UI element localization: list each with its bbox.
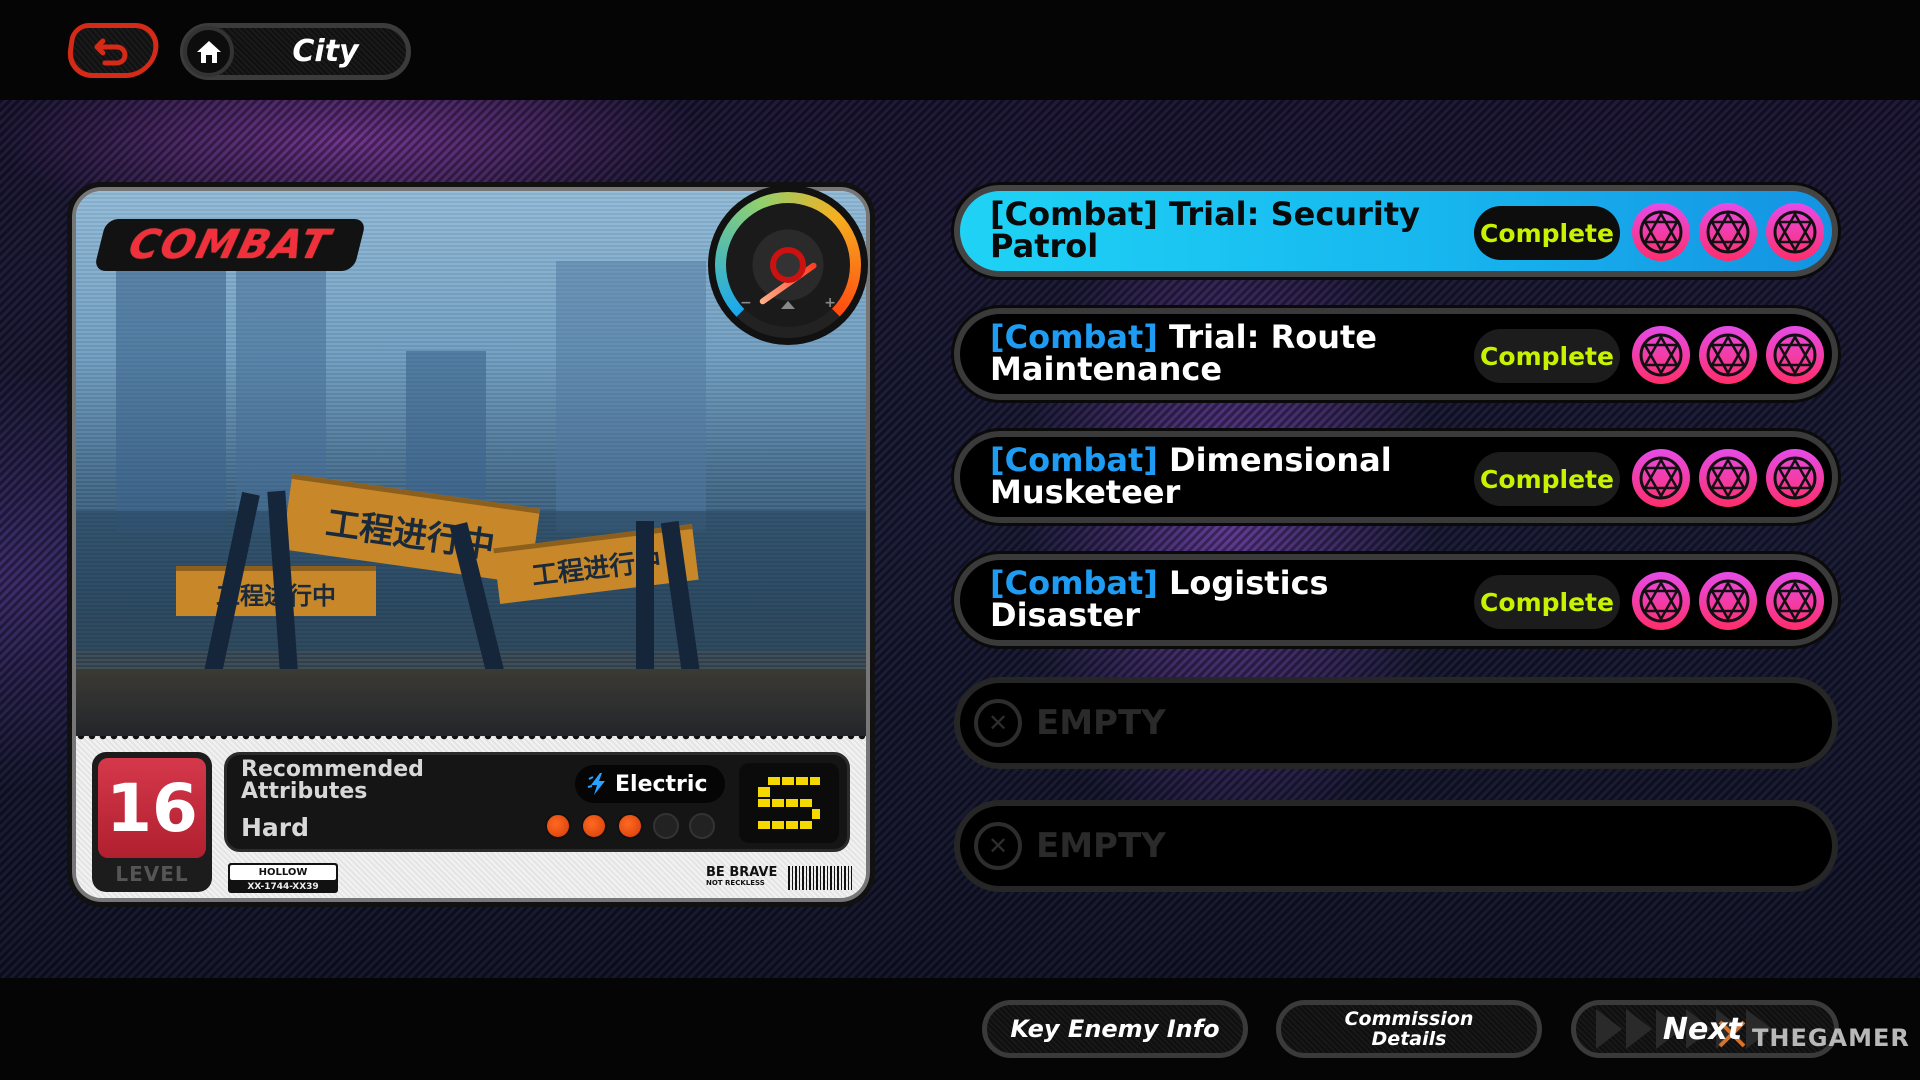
top-bar: City [0, 0, 1920, 100]
difficulty-pip [617, 813, 643, 839]
back-arrow-icon [94, 38, 128, 65]
back-button[interactable] [64, 23, 162, 78]
plus-icon: + [824, 295, 836, 311]
element-badge: Electric [575, 765, 725, 803]
electric-bolt-icon [587, 773, 605, 795]
mission-title: [Combat] Dimensional Musketeer [990, 441, 1392, 511]
motto: BE BRAVE NOT RECKLESS [706, 865, 778, 887]
level-box: 16 LEVEL [92, 752, 212, 892]
key-enemy-info-button[interactable]: Key Enemy Info [982, 1000, 1248, 1058]
medal-icon [1699, 326, 1757, 384]
attributes-panel: Recommended Attributes Hard Electric [224, 752, 850, 852]
status-badge: Complete [1474, 206, 1620, 260]
empty-label: EMPTY [1036, 703, 1166, 743]
medal-icon [1632, 572, 1690, 630]
difficulty-pip [581, 813, 607, 839]
difficulty-gauge[interactable]: − + [708, 185, 868, 345]
recommended-attributes-label: Recommended Attributes [241, 757, 424, 804]
empty-slot[interactable]: ✕ EMPTY [954, 800, 1838, 892]
mission-title: [Combat] Logistics Disaster [990, 564, 1329, 634]
status-badge: Complete [1474, 329, 1620, 383]
minus-icon: − [740, 295, 752, 311]
level-value: 16 [98, 758, 206, 858]
status-badge: Complete [1474, 575, 1620, 629]
medal-icon [1632, 449, 1690, 507]
medal-icon [1766, 326, 1824, 384]
medal-group [1632, 572, 1824, 630]
home-button[interactable] [183, 26, 234, 77]
medal-icon [1632, 203, 1690, 261]
mission-row[interactable]: [Combat] Trial: Route Maintenance Comple… [954, 308, 1838, 400]
element-name: Electric [615, 771, 708, 797]
difficulty-pip [689, 813, 715, 839]
difficulty-label: Hard [241, 813, 310, 842]
home-icon [196, 40, 221, 63]
medal-icon [1766, 203, 1824, 261]
medal-group [1632, 203, 1824, 261]
difficulty-gauge-icon: − + [715, 192, 861, 338]
difficulty-pip [653, 813, 679, 839]
category-badge: COMBAT [93, 219, 367, 271]
x-circle-icon: ✕ [974, 699, 1022, 747]
empty-slot[interactable]: ✕ EMPTY [954, 677, 1838, 769]
x-circle-icon: ✕ [974, 822, 1022, 870]
medal-icon [1699, 203, 1757, 261]
difficulty-pips [545, 813, 715, 839]
location-label: City [292, 34, 359, 69]
mission-title: [Combat] Trial: Route Maintenance [990, 318, 1377, 388]
rank-s-icon [758, 777, 820, 829]
bottom-bar: Key Enemy Info Commission Details Next [0, 978, 1920, 1080]
empty-label: EMPTY [1036, 826, 1166, 866]
medal-icon [1699, 449, 1757, 507]
barcode [788, 866, 852, 890]
hollow-plate: HOLLOW XX-1744-XX39 [228, 863, 338, 893]
medal-group [1632, 326, 1824, 384]
medal-icon [1699, 572, 1757, 630]
commission-info: 16 LEVEL Recommended Attributes Hard Ele… [76, 736, 866, 898]
medal-icon [1632, 326, 1690, 384]
up-triangle-icon [781, 301, 795, 309]
mission-row[interactable]: [Combat] Logistics Disaster Complete [954, 554, 1838, 646]
rank-badge [739, 763, 839, 843]
level-label: LEVEL [115, 862, 189, 886]
mission-list: [Combat] Trial: Security Patrol Complete… [954, 185, 1838, 923]
medal-group [1632, 449, 1824, 507]
mission-row[interactable]: [Combat] Dimensional Musketeer Complete [954, 431, 1838, 523]
medal-icon [1766, 449, 1824, 507]
watermark: THEGAMER [1752, 1024, 1910, 1052]
mission-title: [Combat] Trial: Security Patrol [990, 195, 1420, 265]
difficulty-pip [545, 813, 571, 839]
commission-details-button[interactable]: Commission Details [1276, 1000, 1542, 1058]
medal-icon [1766, 572, 1824, 630]
location-breadcrumb[interactable]: City [180, 23, 411, 80]
status-badge: Complete [1474, 452, 1620, 506]
next-label: Next [1662, 1011, 1742, 1047]
mission-row[interactable]: [Combat] Trial: Security Patrol Complete [954, 185, 1838, 277]
